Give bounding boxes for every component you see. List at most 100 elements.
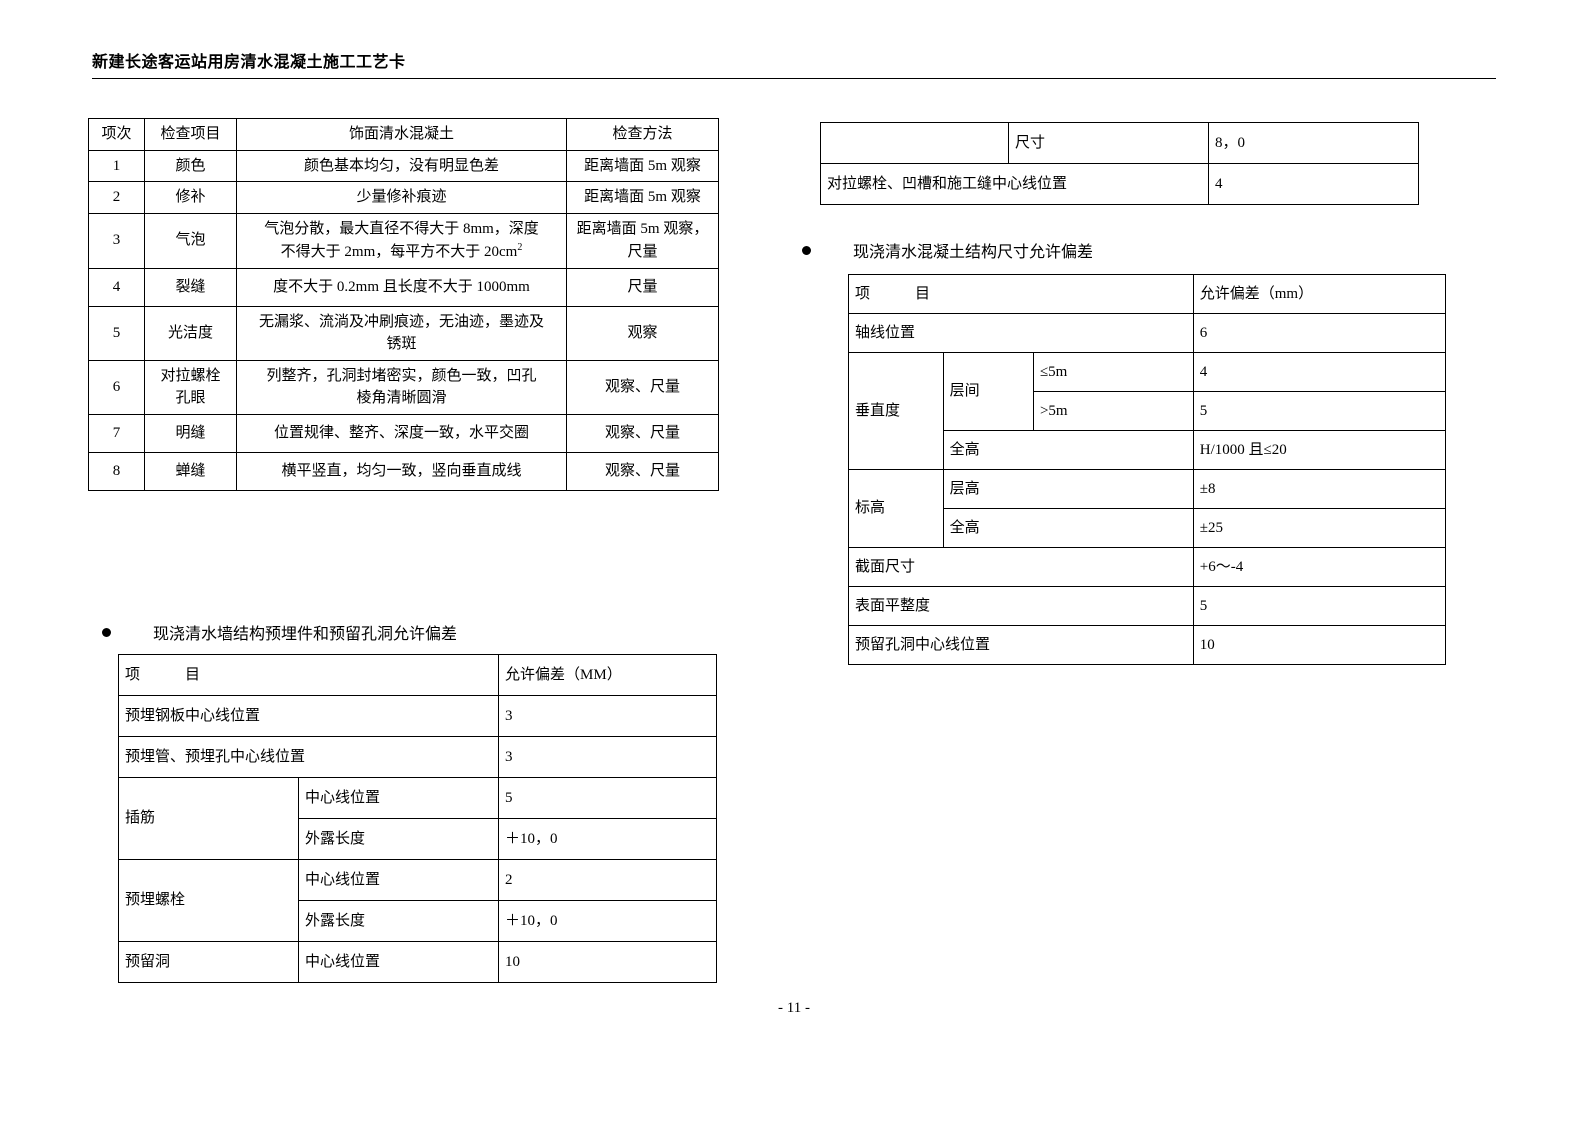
table-row: 预留孔洞中心线位置 10 [848, 625, 1447, 665]
cell-content: 列整齐，孔洞封堵密实，颜色一致，凹孔 棱角清晰圆滑 [236, 359, 567, 415]
struct-section: 现浇清水混凝土结构尺寸允许偏差 项 目 允许偏差（mm） 轴线位置 6 垂直度 … [800, 238, 1447, 665]
cell-content: 度不大于 0.2mm 且长度不大于 1000mm [236, 267, 567, 307]
cell-content-line1: 无漏浆、流淌及冲刷痕迹，无油迹，墨迹及 [258, 313, 544, 330]
table-row: 截面尺寸 +6～-4 [848, 547, 1447, 587]
cell-subitem2: >5m [1032, 391, 1194, 431]
table-row: 表面平整度 5 [848, 586, 1447, 626]
cell-no: 1 [88, 149, 145, 182]
cell-value: 10 [498, 941, 718, 983]
header-rule [92, 78, 1496, 79]
cell-item-line2: 孔眼 [175, 390, 206, 406]
superscript-2: 2 [517, 242, 523, 253]
embed-section-heading: 现浇清水墙结构预埋件和预留孔洞允许偏差 [102, 620, 740, 644]
cell-subitem: 中心线位置 [297, 859, 500, 901]
table-row: 5 光洁度 无漏浆、流淌及冲刷痕迹，无油迹，墨迹及 锈斑 观察 [88, 305, 719, 361]
cell-value: 4 [1192, 352, 1447, 392]
table-row: 6 对拉螺栓 孔眼 列整齐，孔洞封堵密实，颜色一致，凹孔 棱角清晰圆滑 观察、尺… [88, 359, 719, 415]
table-row: 垂直度 层间 ≤5m 4 [848, 352, 1447, 470]
cell-item: 对拉螺栓 孔眼 [144, 359, 237, 415]
cell-item-line1: 对拉螺栓 [160, 367, 221, 384]
cell-value: 6 [1192, 313, 1447, 353]
cell-method-line2: 尺量 [627, 243, 658, 260]
cell-content-line2: 不得大于 2mm，每平方不大于 20cm2 [243, 240, 560, 264]
fragment-table: 尺寸 8，0 对拉螺栓、凹槽和施工缝中心线位置 4 [820, 122, 1419, 205]
cell-subitem: 全高 [942, 430, 1194, 470]
table-row: 预埋管、预埋孔中心线位置 3 [117, 736, 718, 778]
cell-item: 表面平整度 [848, 586, 1194, 626]
cell-subitem: 层高 [942, 469, 1194, 509]
table-row: 尺寸 8，0 [820, 122, 1419, 164]
cell-subitem: 外露长度 [297, 818, 500, 860]
column-header-no: 项次 [88, 118, 145, 151]
cell-method: 观察、尺量 [566, 359, 719, 415]
embed-section: 现浇清水墙结构预埋件和预留孔洞允许偏差 项 目 允许偏差（MM） 预埋钢板中心线… [100, 620, 740, 983]
cell-value: 5 [1192, 391, 1447, 431]
cell-blank [820, 122, 1009, 164]
cell-content-line2: 锈斑 [386, 336, 417, 352]
table-row: 对拉螺栓、凹槽和施工缝中心线位置 4 [820, 163, 1419, 205]
table-row: 4 裂缝 度不大于 0.2mm 且长度不大于 1000mm 尺量 [88, 267, 719, 307]
struct-table: 项 目 允许偏差（mm） 轴线位置 6 垂直度 层间 ≤5m 4 >5m 5 全… [848, 274, 1447, 665]
cell-subitem: 中心线位置 [297, 941, 500, 983]
table-row: 2 修补 少量修补痕迹 距离墙面 5m 观察 [88, 181, 719, 214]
cell-no: 7 [88, 413, 145, 453]
cell-subitem: 全高 [942, 508, 1194, 548]
embed-section-title: 现浇清水墙结构预埋件和预留孔洞允许偏差 [153, 626, 458, 643]
cell-value: ±25 [1192, 508, 1447, 548]
cell-value: ＋10，0 [498, 900, 718, 942]
cell-content: 位置规律、整齐、深度一致，水平交圈 [236, 413, 567, 453]
cell-method: 距离墙面 5m 观察 [566, 181, 719, 214]
cell-value: +6～-4 [1192, 547, 1447, 587]
table-row: 轴线位置 6 [848, 313, 1447, 353]
cell-content: 横平竖直，均匀一致，竖向垂直成线 [236, 451, 567, 491]
bullet-icon [802, 245, 811, 255]
cell-value: H/1000 且≤20 [1192, 430, 1447, 470]
cell-item: 截面尺寸 [848, 547, 1194, 587]
cell-value: 8，0 [1208, 122, 1419, 164]
cell-value: ±8 [1192, 469, 1447, 509]
column-header-method: 检查方法 [566, 118, 719, 151]
cell-method: 观察 [566, 305, 719, 361]
struct-section-heading: 现浇清水混凝土结构尺寸允许偏差 [802, 238, 1440, 262]
cell-value: 3 [498, 695, 718, 737]
cell-content: 颜色基本均匀，没有明显色差 [236, 149, 567, 182]
bullet-icon [102, 627, 111, 637]
embed-table: 项 目 允许偏差（MM） 预埋钢板中心线位置 3 预埋管、预埋孔中心线位置 3 … [117, 654, 718, 983]
cell-method: 距离墙面 5m 观察， 尺量 [566, 212, 719, 269]
cell-value: 3 [498, 736, 718, 778]
cell-item: 光洁度 [144, 305, 237, 361]
table-row: 3 气泡 气泡分散，最大直径不得大于 8mm，深度 不得大于 2mm，每平方不大… [88, 212, 719, 269]
inspection-table: 项次 检查项目 饰面清水混凝土 检查方法 1 颜色 颜色基本均匀，没有明显色差 … [88, 118, 719, 491]
column-header-item: 项 目 [117, 654, 500, 696]
cell-value: 10 [1192, 625, 1447, 665]
cell-content-line1: 气泡分散，最大直径不得大于 8mm，深度 [264, 220, 539, 237]
cell-subitem: 中心线位置 [297, 777, 500, 819]
table-header-row: 项 目 允许偏差（MM） [117, 654, 718, 696]
cell-item: 裂缝 [144, 267, 237, 307]
cell-method: 观察、尺量 [566, 451, 719, 491]
column-header-tolerance: 允许偏差（MM） [498, 654, 718, 696]
table-row: 预留洞 中心线位置 10 [118, 941, 718, 983]
document-page: 新建长途客运站用房清水混凝土施工工艺卡 项次 检查项目 饰面清水混凝土 检查方法… [0, 0, 1588, 1123]
table-row: 插筋 中心线位置 5 [118, 777, 718, 860]
cell-subitem: 外露长度 [297, 900, 500, 942]
table-header-row: 项次 检查项目 饰面清水混凝土 检查方法 [88, 118, 719, 151]
cell-value: 5 [498, 777, 718, 819]
cell-label: 尺寸 [1008, 122, 1209, 164]
cell-item: 预埋螺栓 [118, 859, 299, 942]
cell-method: 观察、尺量 [566, 413, 719, 453]
cell-method-line1: 距离墙面 5m 观察， [576, 221, 709, 237]
cell-no: 5 [88, 305, 145, 361]
cell-item: 预留孔洞中心线位置 [848, 625, 1194, 665]
cell-item: 预埋钢板中心线位置 [117, 695, 500, 737]
cell-item: 蝉缝 [144, 451, 237, 491]
cell-item: 轴线位置 [848, 313, 1194, 353]
cell-item: 预埋管、预埋孔中心线位置 [117, 736, 500, 778]
cell-method: 尺量 [566, 267, 719, 307]
cell-content: 无漏浆、流淌及冲刷痕迹，无油迹，墨迹及 锈斑 [236, 305, 567, 361]
table-row: 8 蝉缝 横平竖直，均匀一致，竖向垂直成线 观察、尺量 [88, 451, 719, 491]
cell-item: 预留洞 [118, 941, 299, 983]
cell-item: 修补 [144, 181, 237, 214]
cell-content: 气泡分散，最大直径不得大于 8mm，深度 不得大于 2mm，每平方不大于 20c… [236, 212, 567, 269]
page-number: - 11 - [778, 1000, 810, 1016]
